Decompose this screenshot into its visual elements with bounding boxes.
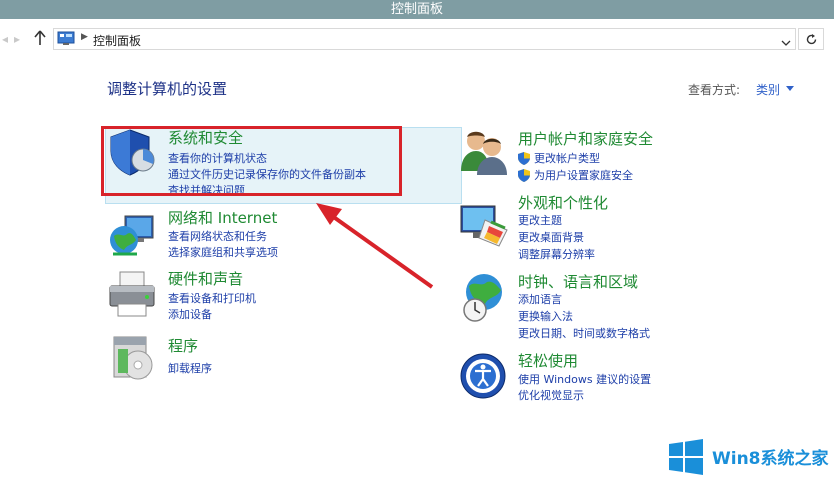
view-by-caret-icon[interactable]	[786, 86, 794, 91]
users-icon[interactable]	[459, 127, 509, 177]
globe-network-icon[interactable]	[107, 210, 157, 260]
link-add-language[interactable]: 添加语言	[518, 291, 562, 307]
watermark-logo: Win8系统之家	[668, 435, 834, 478]
up-arrow-icon[interactable]	[32, 28, 48, 48]
breadcrumb-control-panel[interactable]: 控制面板	[93, 32, 141, 49]
printer-icon[interactable]	[107, 270, 157, 320]
link-date-time-format[interactable]: 更改日期、时间或数字格式	[518, 325, 650, 341]
category-title-appearance[interactable]: 外观和个性化	[518, 192, 608, 213]
refresh-button[interactable]	[798, 28, 824, 50]
category-title-users[interactable]: 用户帐户和家庭安全	[518, 128, 653, 149]
refresh-icon	[806, 34, 817, 45]
windows-logo-icon	[668, 439, 704, 475]
chevron-down-icon[interactable]	[781, 33, 791, 46]
category-title-ease[interactable]: 轻松使用	[518, 350, 578, 371]
link-add-device[interactable]: 添加设备	[168, 306, 212, 322]
address-bar[interactable]: ▶ 控制面板	[53, 28, 796, 50]
navigation-bar: ◂ ▸ ▶ 控制面板	[0, 19, 834, 59]
link-screen-resolution[interactable]: 调整屏幕分辨率	[518, 246, 595, 262]
window-title: 控制面板	[0, 0, 834, 19]
link-change-account-type[interactable]: 更改帐户类型	[534, 150, 600, 166]
display-icon[interactable]	[459, 200, 509, 250]
programs-icon[interactable]	[110, 333, 160, 383]
back-icon[interactable]: ◂	[2, 32, 8, 46]
view-by-label: 查看方式:	[688, 83, 741, 97]
category-title-hardware[interactable]: 硬件和声音	[168, 268, 243, 289]
link-homegroup[interactable]: 选择家庭组和共享选项	[168, 244, 278, 260]
forward-icon[interactable]: ▸	[14, 32, 20, 46]
breadcrumb-separator-icon[interactable]: ▶	[81, 32, 88, 42]
control-panel-icon	[57, 31, 75, 46]
annotation-arrow	[316, 203, 434, 289]
category-title-network[interactable]: 网络和 Internet	[168, 207, 277, 228]
page-title: 调整计算机的设置	[107, 80, 228, 98]
category-title-clock[interactable]: 时钟、语言和区域	[518, 271, 638, 292]
ease-of-access-icon[interactable]	[458, 351, 508, 401]
category-title-programs[interactable]: 程序	[168, 335, 198, 356]
link-family-safety[interactable]: 为用户设置家庭安全	[534, 167, 633, 183]
link-optimize-display[interactable]: 优化视觉显示	[518, 387, 584, 403]
annotation-red-box	[101, 126, 402, 196]
link-network-status[interactable]: 查看网络状态和任务	[168, 228, 267, 244]
link-uninstall-program[interactable]: 卸载程序	[168, 360, 212, 376]
link-change-background[interactable]: 更改桌面背景	[518, 229, 584, 245]
link-recommended-settings[interactable]: 使用 Windows 建议的设置	[518, 371, 651, 387]
link-devices-printers[interactable]: 查看设备和打印机	[168, 290, 256, 306]
uac-shield-icon	[518, 167, 530, 182]
view-by-dropdown[interactable]: 类别	[756, 81, 780, 98]
link-change-input[interactable]: 更换输入法	[518, 308, 573, 324]
clock-globe-icon[interactable]	[459, 272, 509, 322]
uac-shield-icon	[518, 150, 530, 165]
watermark-text: Win8系统之家	[712, 449, 829, 469]
link-change-theme[interactable]: 更改主题	[518, 212, 562, 228]
